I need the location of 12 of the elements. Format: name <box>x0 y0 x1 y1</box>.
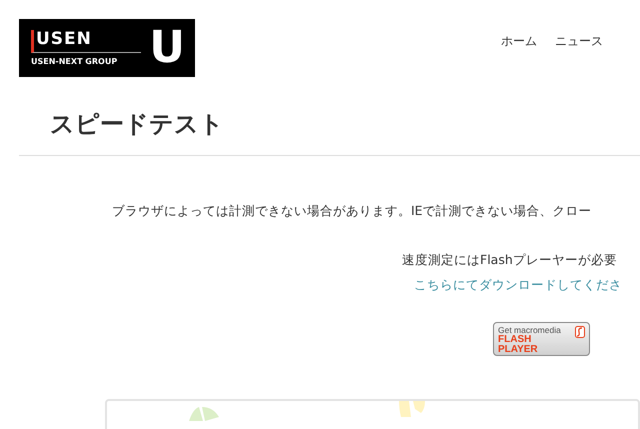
notice-text: ブラウザによっては計測できない場合があります。IEで計測できない場合、クロー <box>112 203 593 220</box>
page-title: スピードテスト <box>49 109 225 140</box>
logo[interactable]: USEN USEN-NEXT GROUP U <box>19 19 195 77</box>
nav-link[interactable]: ニュース <box>555 33 603 50</box>
nav-link[interactable]: ホーム <box>501 33 537 50</box>
flash-player-badge[interactable]: Get macromedia FLASH PLAYER <box>493 322 590 356</box>
logo-tagline: USEN-NEXT GROUP <box>31 57 118 66</box>
flash-note: 速度測定にはFlashプレーヤーが必要 <box>402 252 618 269</box>
logo-mark: U <box>149 26 185 70</box>
download-link[interactable]: こちらにてダウンロードしてくださ <box>414 277 640 294</box>
flash-logo-icon <box>575 326 585 338</box>
logo-wordmark: USEN <box>31 30 142 53</box>
